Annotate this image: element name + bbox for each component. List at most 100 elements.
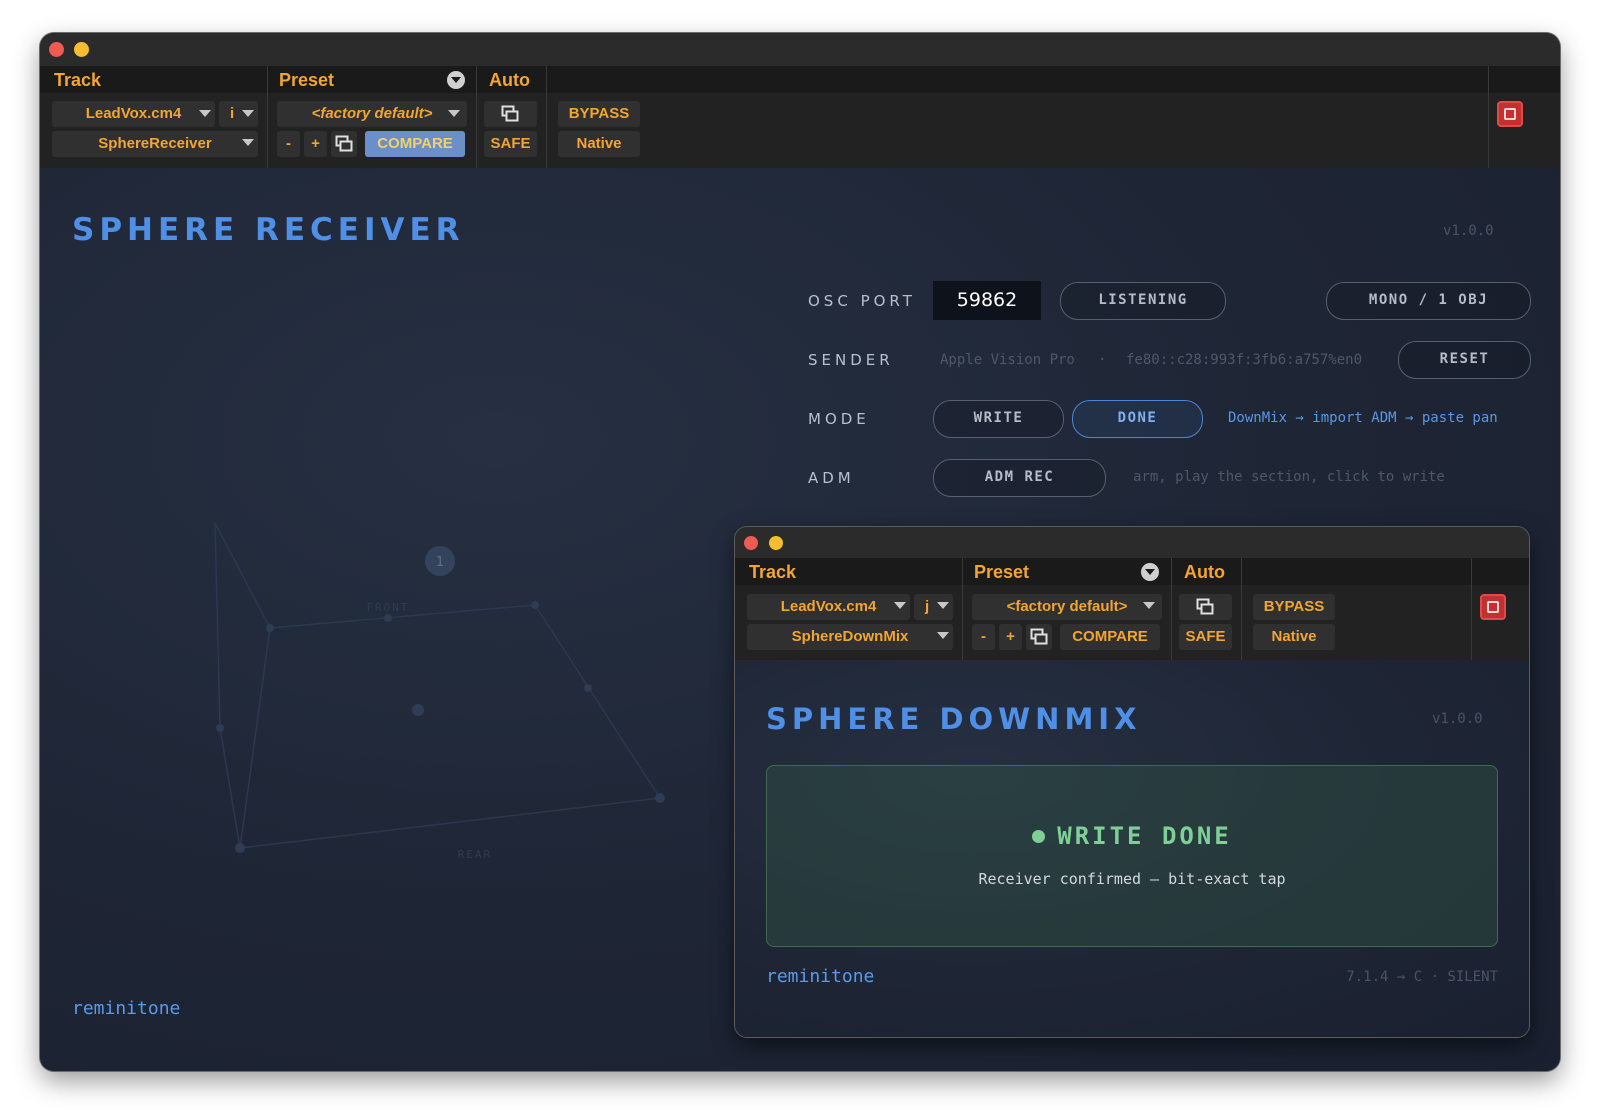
- plugin-title: SPHERE DOWNMIX: [766, 702, 1142, 736]
- header-labels: Track Preset Auto: [40, 66, 1560, 93]
- stop-button[interactable]: [1497, 101, 1523, 127]
- speaker-node: [216, 724, 224, 732]
- next-preset-button[interactable]: +: [304, 131, 327, 157]
- plugin-selector[interactable]: SphereDownMix: [747, 624, 953, 650]
- track-name: LeadVox.cm4: [780, 598, 877, 615]
- bypass-button[interactable]: BYPASS: [1253, 594, 1335, 620]
- speaker-node: [584, 684, 592, 692]
- room-edge: [214, 522, 271, 629]
- status-message: Receiver confirmed — bit-exact tap: [978, 870, 1286, 888]
- speaker-node: [531, 601, 539, 609]
- native-button[interactable]: Native: [558, 131, 640, 157]
- chevron-down-icon: [451, 77, 461, 83]
- chevron-down-icon: [242, 110, 254, 117]
- sender-separator: ·: [1098, 352, 1107, 368]
- preset-menu-button[interactable]: [447, 71, 465, 89]
- track-selector[interactable]: LeadVox.cm4: [747, 594, 910, 620]
- sender-address: fe80::c28:993f:3fb6:a757%en0: [1126, 352, 1363, 368]
- track-header: Track: [749, 562, 797, 582]
- preset-selector[interactable]: <factory default>: [972, 594, 1162, 620]
- divider: [1241, 558, 1242, 660]
- header-labels: Track Preset Auto: [735, 558, 1529, 585]
- write-mode-button[interactable]: WRITE: [933, 400, 1064, 438]
- title-bar: [735, 527, 1529, 558]
- listener-node: [412, 704, 424, 716]
- footer-status: 7.1.4 → C · SILENT: [1346, 969, 1498, 985]
- downmix-window: Track Preset Auto LeadVox.cm4 j SphereDo…: [735, 527, 1529, 1037]
- close-window-button[interactable]: [744, 536, 758, 550]
- preset-selector[interactable]: <factory default>: [277, 101, 467, 127]
- plugin-title: SPHERE RECEIVER: [72, 212, 465, 248]
- auto-header: Auto: [1184, 562, 1225, 582]
- native-button[interactable]: Native: [1253, 624, 1335, 650]
- room-edge: [214, 522, 221, 729]
- copy-settings-button[interactable]: [1026, 624, 1052, 650]
- divider: [546, 66, 547, 168]
- plugin-header-bar: Track Preset Auto LeadVox.cm4 j SphereDo…: [735, 558, 1529, 660]
- reset-button[interactable]: RESET: [1398, 341, 1531, 379]
- copy-icon: [1030, 628, 1048, 645]
- divider: [1171, 558, 1172, 660]
- compare-button[interactable]: COMPARE: [1060, 624, 1160, 650]
- divider: [1488, 66, 1489, 168]
- copy-automation-button[interactable]: [1179, 594, 1232, 620]
- done-mode-button[interactable]: DONE: [1072, 400, 1203, 438]
- room-floor: [239, 604, 662, 849]
- minimize-window-button[interactable]: [74, 42, 89, 57]
- copy-settings-button[interactable]: [331, 131, 357, 157]
- stop-button[interactable]: [1480, 594, 1506, 620]
- plugin-name: SphereDownMix: [791, 628, 909, 645]
- track-name: LeadVox.cm4: [85, 105, 182, 122]
- bypass-button[interactable]: BYPASS: [558, 101, 640, 127]
- rear-label: REAR: [458, 848, 493, 861]
- close-window-button[interactable]: [49, 42, 64, 57]
- listening-button[interactable]: LISTENING: [1060, 282, 1226, 320]
- insert-letter: j: [925, 598, 930, 615]
- mode-hint: DownMix → import ADM → paste pan: [1228, 410, 1498, 426]
- previous-preset-button[interactable]: -: [972, 624, 995, 650]
- next-preset-button[interactable]: +: [999, 624, 1022, 650]
- osc-port-input[interactable]: 59862: [933, 281, 1041, 320]
- minimize-window-button[interactable]: [769, 536, 783, 550]
- brand-label: reminitone: [766, 966, 875, 987]
- plugin-selector[interactable]: SphereReceiver: [52, 131, 258, 157]
- speaker-node: [235, 843, 245, 853]
- safe-button[interactable]: SAFE: [1179, 624, 1232, 650]
- divider: [962, 558, 963, 660]
- previous-preset-button[interactable]: -: [277, 131, 300, 157]
- preset-name: <factory default>: [1006, 598, 1128, 615]
- compare-button[interactable]: COMPARE: [365, 131, 465, 157]
- preset-header: Preset: [279, 70, 335, 90]
- brand-label: reminitone: [72, 998, 181, 1019]
- preset-menu-button[interactable]: [1141, 563, 1159, 581]
- mode-label: MODE: [808, 410, 870, 428]
- copy-icon: [1196, 598, 1214, 615]
- sender-label: SENDER: [808, 351, 894, 369]
- track-selector[interactable]: LeadVox.cm4: [52, 101, 215, 127]
- status-title: WRITE DONE: [1057, 822, 1232, 850]
- front-label: FRONT: [366, 601, 409, 614]
- stop-icon: [1487, 601, 1499, 613]
- chevron-down-icon: [242, 139, 254, 146]
- copy-icon: [501, 105, 519, 122]
- version-label: v1.0.0: [1432, 711, 1483, 727]
- version-label: v1.0.0: [1443, 223, 1494, 239]
- mono-object-button[interactable]: MONO / 1 OBJ: [1326, 282, 1531, 320]
- divider: [267, 66, 268, 168]
- safe-button[interactable]: SAFE: [484, 131, 537, 157]
- speaker-node: [266, 624, 274, 632]
- divider: [1471, 558, 1472, 660]
- copy-icon: [335, 135, 353, 152]
- adm-record-button[interactable]: ADM REC: [933, 459, 1106, 497]
- copy-automation-button[interactable]: [484, 101, 537, 127]
- status-headline: WRITE DONE: [767, 822, 1497, 850]
- chevron-down-icon: [199, 110, 211, 117]
- chevron-down-icon: [1145, 569, 1155, 575]
- insert-letter: i: [230, 105, 235, 122]
- preset-header: Preset: [974, 562, 1030, 582]
- room-visualization: 1 FRONT REAR: [214, 522, 665, 861]
- room-edge: [219, 727, 241, 849]
- chevron-down-icon: [1143, 602, 1155, 609]
- preset-name: <factory default>: [311, 105, 433, 122]
- write-done-panel: WRITE DONE Receiver confirmed — bit-exac…: [766, 765, 1498, 947]
